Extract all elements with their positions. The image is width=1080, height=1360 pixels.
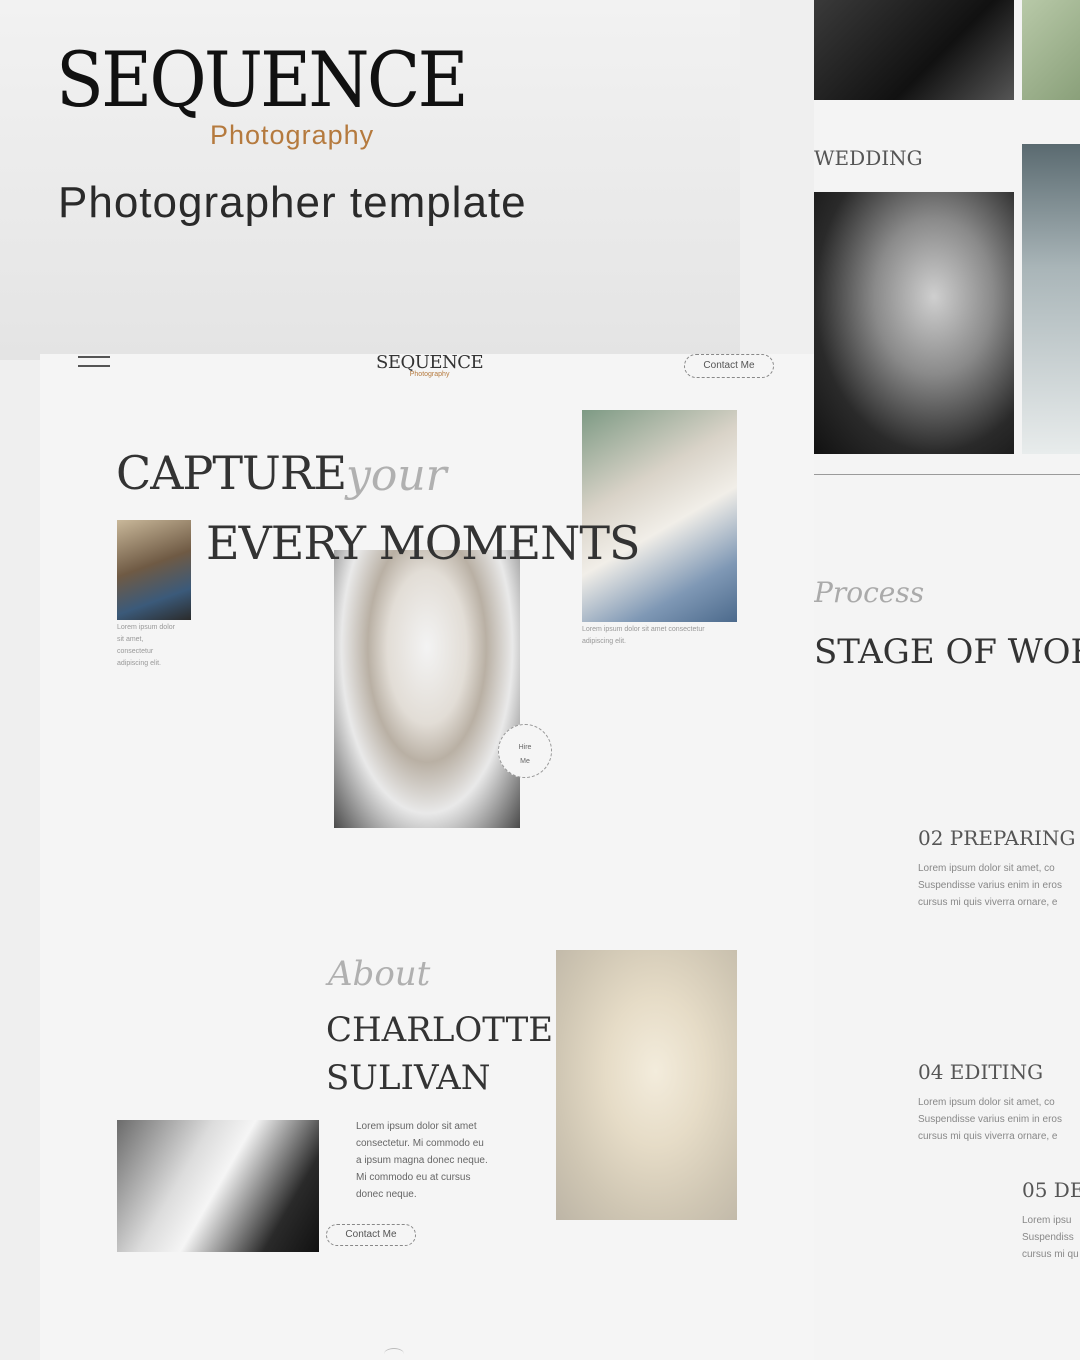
text-line: Suspendisse varius enim in eros <box>918 880 1062 891</box>
badge-line: Hire <box>518 744 532 751</box>
caption-line: adipiscing elit. <box>117 660 161 667</box>
text-line: cursus mi qu <box>1022 1249 1079 1260</box>
photo-baby <box>334 550 520 828</box>
contact-button-header[interactable]: Contact Me <box>684 354 774 378</box>
divider <box>814 474 1080 475</box>
text-line: consectetur. Mi commodo eu <box>356 1138 484 1149</box>
text-line: Lorem ipsu <box>1022 1215 1072 1226</box>
text-line: Suspendisse varius enim in eros <box>918 1114 1062 1125</box>
step-editing-text: Lorem ipsum dolor sit amet, co Suspendis… <box>918 1094 1062 1145</box>
step-delivery-text: Lorem ipsu Suspendiss cursus mi qu <box>1022 1212 1079 1263</box>
caption-line: consectetur <box>117 648 154 655</box>
caption-line: adipiscing elit. <box>582 638 626 645</box>
name-line: CHARLOTTE <box>326 1010 554 1050</box>
hero-heading-line1: CAPTURE <box>116 446 347 500</box>
brand-tagline: Photographer template <box>58 178 527 227</box>
photo-couple <box>117 1120 319 1252</box>
photo-top-partial <box>1022 0 1080 100</box>
family-caption: Lorem ipsum dolor sit amet, consectetur … <box>117 622 175 670</box>
photo-portrait <box>556 950 737 1220</box>
hero-heading-line2: EVERY MOMENTS <box>206 516 641 570</box>
brand-subtitle: Photography <box>210 120 375 150</box>
about-name: CHARLOTTE SULIVAN <box>326 1006 553 1102</box>
step-preparing-text: Lorem ipsum dolor sit amet, co Suspendis… <box>918 860 1062 911</box>
caption-line: Lorem ipsum dolor <box>117 624 175 631</box>
text-line: Lorem ipsum dolor sit amet, co <box>918 863 1055 874</box>
process-script: Process <box>814 576 925 609</box>
wedding-caption: Lorem ipsum dolor sit amet consectetur a… <box>582 624 705 648</box>
site-logo[interactable]: SEQUENCE Photography <box>376 354 484 378</box>
photo-couple-top <box>814 0 1014 100</box>
contact-button-about[interactable]: Contact Me <box>326 1224 416 1246</box>
step-delivery-title: 05 DE <box>1022 1178 1080 1202</box>
wedding-label: WEDDING <box>814 146 923 170</box>
badge-line: Me <box>520 758 530 765</box>
text-line: cursus mi quis viverra ornare, e <box>918 1131 1058 1142</box>
text-line: Lorem ipsum dolor sit amet <box>356 1121 477 1132</box>
caption-line: Lorem ipsum dolor sit amet consectetur <box>582 626 705 633</box>
photo-family <box>117 520 191 620</box>
caption-line: sit amet, <box>117 636 144 643</box>
name-line: SULIVAN <box>326 1058 491 1098</box>
right-page-preview: WEDDING Process STAGE OF WORK 02 PREPARI… <box>814 0 1080 1360</box>
step-editing-title: 04 EDITING <box>918 1060 1044 1084</box>
step-preparing-title: 02 PREPARING <box>918 826 1076 850</box>
text-line: Mi commodo eu at cursus <box>356 1172 471 1183</box>
about-text: Lorem ipsum dolor sit amet consectetur. … <box>356 1118 488 1203</box>
section-mark <box>384 1348 404 1360</box>
text-line: cursus mi quis viverra ornare, e <box>918 897 1058 908</box>
hire-me-badge[interactable]: Hire Me <box>498 724 552 778</box>
photo-wedding-flowers <box>1022 144 1080 454</box>
brand-title: SEQUENCE <box>56 35 469 124</box>
text-line: Suspendiss <box>1022 1232 1074 1243</box>
about-script: About <box>328 954 431 994</box>
main-page-preview: SEQUENCE Photography Contact Me CAPTURE … <box>40 354 814 1360</box>
photo-wedding-couple <box>814 192 1014 454</box>
text-line: donec neque. <box>356 1189 417 1200</box>
text-line: a ipsum magna donec neque. <box>356 1155 488 1166</box>
text-line: Lorem ipsum dolor sit amet, co <box>918 1097 1055 1108</box>
process-heading: STAGE OF WORK <box>814 632 1080 672</box>
hero-script: your <box>346 450 447 501</box>
menu-icon[interactable] <box>78 356 110 374</box>
